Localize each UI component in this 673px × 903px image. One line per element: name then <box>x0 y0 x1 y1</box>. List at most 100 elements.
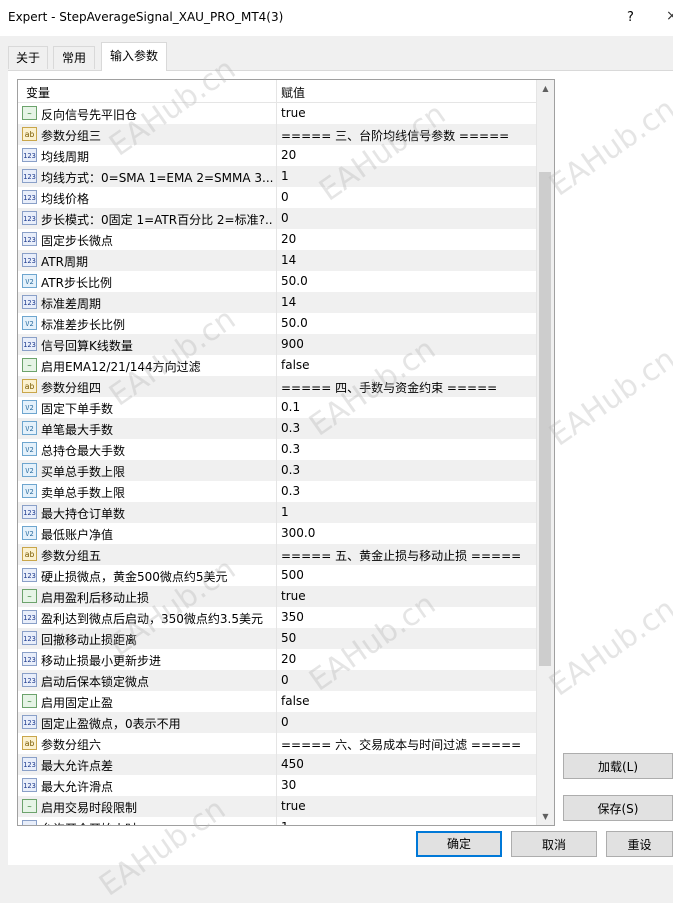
parameter-value[interactable]: 0.1 <box>281 400 531 414</box>
parameter-value[interactable]: 0 <box>281 190 531 204</box>
table-row[interactable]: 123 信号回算K线数量 900 <box>18 334 536 355</box>
cancel-button[interactable]: 取消 <box>511 831 597 857</box>
table-row[interactable]: V2 最低账户净值 300.0 <box>18 523 536 544</box>
parameter-name: 最大允许滑点 <box>41 780 114 794</box>
parameter-value[interactable]: 14 <box>281 295 531 309</box>
column-divider <box>276 124 277 145</box>
parameter-value[interactable]: 0.3 <box>281 463 531 477</box>
load-button[interactable]: 加载(L) <box>563 753 673 779</box>
table-row[interactable]: 123 固定步长微点 20 <box>18 229 536 250</box>
table-row[interactable]: ab 参数分组四 ===== 四、手数与资金约束 ===== <box>18 376 536 397</box>
table-row[interactable]: ~ 反向信号先平旧仓 true <box>18 103 536 124</box>
parameter-value[interactable]: 0 <box>281 211 531 225</box>
parameter-value[interactable]: 14 <box>281 253 531 267</box>
scroll-down-arrow-icon[interactable]: ▼ <box>537 808 554 825</box>
column-divider <box>276 481 277 502</box>
help-button[interactable]: ? <box>627 10 634 25</box>
table-row[interactable]: V2 买单总手数上限 0.3 <box>18 460 536 481</box>
table-row[interactable]: ab 参数分组六 ===== 六、交易成本与时间过滤 ===== <box>18 733 536 754</box>
table-row[interactable]: 123 最大持仓订单数 1 <box>18 502 536 523</box>
table-row[interactable]: 123 均线价格 0 <box>18 187 536 208</box>
table-row[interactable]: ~ 启用盈利后移动止损 true <box>18 586 536 607</box>
parameter-value[interactable]: 20 <box>281 148 531 162</box>
parameters-table[interactable]: 变量 赋值 ~ 反向信号先平旧仓 true ab 参数分组三 ===== 三、台阶均线信号… <box>17 79 555 826</box>
table-row[interactable]: ~ 启用EMA12/21/144方向过滤 false <box>18 355 536 376</box>
parameter-value[interactable]: 350 <box>281 610 531 624</box>
parameter-value[interactable]: 1 <box>281 820 531 825</box>
parameter-value[interactable]: 0 <box>281 715 531 729</box>
parameter-value[interactable]: 0.3 <box>281 442 531 456</box>
table-row[interactable]: ~ 启用固定止盈 false <box>18 691 536 712</box>
parameter-value[interactable]: 50 <box>281 631 531 645</box>
column-divider <box>276 187 277 208</box>
parameter-value[interactable]: true <box>281 799 531 813</box>
boolean-type-icon: ~ <box>22 799 37 813</box>
table-row[interactable]: ab 参数分组三 ===== 三、台阶均线信号参数 ===== <box>18 124 536 145</box>
parameter-value[interactable]: 30 <box>281 778 531 792</box>
parameter-value[interactable]: 1 <box>281 169 531 183</box>
vertical-scrollbar[interactable]: ▲ ▼ <box>536 80 554 825</box>
column-divider <box>276 523 277 544</box>
parameter-value[interactable]: 300.0 <box>281 526 531 540</box>
table-row[interactable]: 123 回撤移动止损距离 50 <box>18 628 536 649</box>
table-row[interactable]: 123 步长模式：0固定 1=ATR百分比 2=标准?.. 0 <box>18 208 536 229</box>
table-row[interactable]: 123 最大允许点差 450 <box>18 754 536 775</box>
parameter-value[interactable]: false <box>281 358 531 372</box>
string-type-icon: ab <box>22 736 37 750</box>
table-row[interactable]: 123 标准差周期 14 <box>18 292 536 313</box>
tab-strip: 关于 常用 输入参数 <box>0 40 673 71</box>
reset-button[interactable]: 重设 <box>606 831 673 857</box>
parameter-value[interactable]: 50.0 <box>281 274 531 288</box>
table-row[interactable]: V2 固定下单手数 0.1 <box>18 397 536 418</box>
parameter-value[interactable]: 0.3 <box>281 421 531 435</box>
parameter-value[interactable]: 0 <box>281 673 531 687</box>
parameter-value[interactable]: 50.0 <box>281 316 531 330</box>
parameter-value[interactable]: 0.3 <box>281 484 531 498</box>
table-row[interactable]: ab 参数分组五 ===== 五、黄金止损与移动止损 ===== <box>18 544 536 565</box>
boolean-type-icon: ~ <box>22 106 37 120</box>
table-row[interactable]: ~ 启用交易时段限制 true <box>18 796 536 817</box>
column-divider[interactable] <box>276 80 277 102</box>
table-row[interactable]: 123 允许开仓开始小时 1 <box>18 817 536 825</box>
table-row[interactable]: V2 标准差步长比例 50.0 <box>18 313 536 334</box>
tab-common[interactable]: 常用 <box>53 46 95 69</box>
parameter-name: 参数分组六 <box>41 738 102 752</box>
column-divider <box>276 502 277 523</box>
parameter-value[interactable]: 450 <box>281 757 531 771</box>
table-row[interactable]: 123 均线周期 20 <box>18 145 536 166</box>
table-row[interactable]: 123 均线方式：0=SMA 1=EMA 2=SMMA 3... 1 <box>18 166 536 187</box>
parameter-value[interactable]: ===== 五、黄金止损与移动止损 ===== <box>281 547 531 564</box>
table-row[interactable]: V2 单笔最大手数 0.3 <box>18 418 536 439</box>
table-row[interactable]: 123 启动后保本锁定微点 0 <box>18 670 536 691</box>
close-button[interactable]: × <box>666 8 673 24</box>
parameter-value[interactable]: true <box>281 106 531 120</box>
parameter-value[interactable]: 900 <box>281 337 531 351</box>
table-row[interactable]: 123 固定止盈微点，0表示不用 0 <box>18 712 536 733</box>
parameter-value[interactable]: ===== 六、交易成本与时间过滤 ===== <box>281 736 531 753</box>
parameter-value[interactable]: true <box>281 589 531 603</box>
table-row[interactable]: 123 ATR周期 14 <box>18 250 536 271</box>
table-row[interactable]: 123 硬止损微点，黄金500微点约5美元 500 <box>18 565 536 586</box>
table-row[interactable]: 123 最大允许滑点 30 <box>18 775 536 796</box>
tab-inputs[interactable]: 输入参数 <box>101 42 167 71</box>
column-header-value[interactable]: 赋值 <box>281 84 305 101</box>
table-row[interactable]: V2 卖单总手数上限 0.3 <box>18 481 536 502</box>
scroll-thumb[interactable] <box>539 172 551 666</box>
table-row[interactable]: 123 移动止损最小更新步进 20 <box>18 649 536 670</box>
tab-about[interactable]: 关于 <box>8 46 48 69</box>
parameter-value[interactable]: ===== 四、手数与资金约束 ===== <box>281 379 531 396</box>
table-row[interactable]: V2 ATR步长比例 50.0 <box>18 271 536 292</box>
parameter-value[interactable]: 20 <box>281 232 531 246</box>
scroll-up-arrow-icon[interactable]: ▲ <box>537 80 554 97</box>
save-button[interactable]: 保存(S) <box>563 795 673 821</box>
column-header-variable[interactable]: 变量 <box>26 84 50 101</box>
parameter-value[interactable]: ===== 三、台阶均线信号参数 ===== <box>281 127 531 144</box>
column-divider <box>276 607 277 628</box>
ok-button[interactable]: 确定 <box>416 831 502 857</box>
parameter-value[interactable]: 1 <box>281 505 531 519</box>
parameter-value[interactable]: 500 <box>281 568 531 582</box>
table-row[interactable]: V2 总持仓最大手数 0.3 <box>18 439 536 460</box>
parameter-value[interactable]: false <box>281 694 531 708</box>
table-row[interactable]: 123 盈利达到微点后启动，350微点约3.5美元 350 <box>18 607 536 628</box>
parameter-value[interactable]: 20 <box>281 652 531 666</box>
